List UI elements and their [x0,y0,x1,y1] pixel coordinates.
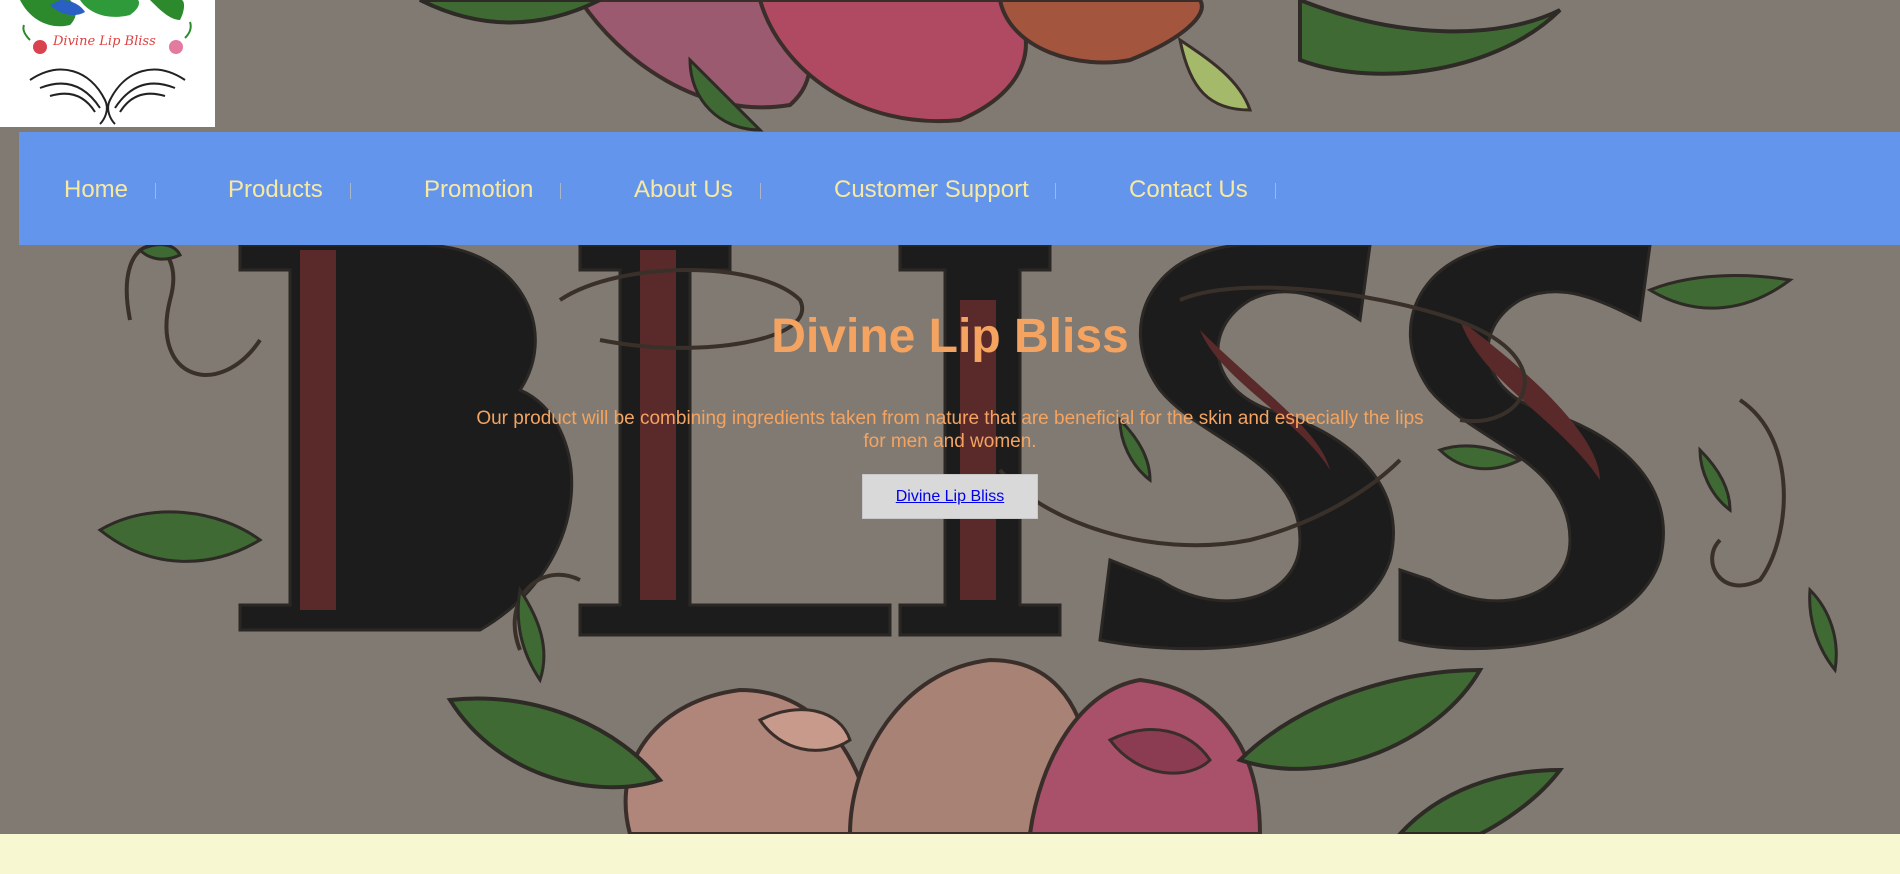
footer-band [0,834,1900,874]
nav-separator [760,183,761,199]
nav-item-promotion[interactable]: Promotion [424,176,533,204]
logo-illustration [20,0,192,125]
nav-item-customer-support[interactable]: Customer Support [834,176,1029,204]
logo[interactable]: Divine Lip Bliss [0,0,215,127]
nav-item-about-us[interactable]: About Us [634,176,733,204]
main-navigation: Home Products Promotion About Us Custome… [19,132,1900,245]
hero-cta-link[interactable]: Divine Lip Bliss [896,488,1004,506]
nav-item-contact-us[interactable]: Contact Us [1129,176,1248,204]
hero-cta-button[interactable]: Divine Lip Bliss [862,474,1038,519]
hero-description: Our product will be combining ingredient… [476,408,1424,452]
nav-item-products[interactable]: Products [228,176,323,204]
logo-text: Divine Lip Bliss [53,34,156,49]
nav-separator [560,183,561,199]
nav-separator [1055,183,1056,199]
nav-separator [1275,183,1276,199]
nav-separator [155,183,156,199]
nav-separator [350,183,351,199]
hero-title: Divine Lip Bliss [771,310,1129,363]
nav-item-home[interactable]: Home [64,176,128,204]
